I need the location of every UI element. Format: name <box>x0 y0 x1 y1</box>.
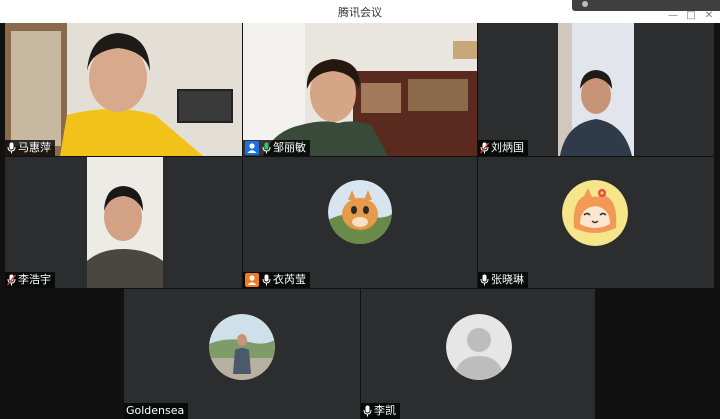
participant-name: Goldensea <box>126 404 185 417</box>
video-grid: 马惠萍 邹丽敏 刘炳国 李浩宇 衣芮莹 张晓琳 Goldensea 李凯 <box>0 23 720 419</box>
participant-video <box>5 23 242 156</box>
microphone-icon[interactable] <box>7 142 16 154</box>
participant-avatar <box>209 314 275 380</box>
participant-tile[interactable]: Goldensea <box>124 289 360 419</box>
participant-label: 李浩宇 <box>5 272 55 288</box>
notice-dot-icon <box>582 1 588 7</box>
user-badge-icon <box>245 273 259 287</box>
participant-avatar <box>562 180 628 246</box>
window-titlebar: 腾讯会议 — □ ✕ <box>0 0 720 24</box>
participant-video <box>478 23 714 156</box>
participant-label: 刘炳国 <box>478 140 528 156</box>
microphone-icon[interactable] <box>262 274 271 286</box>
participant-name: 邹丽敏 <box>273 141 306 154</box>
participant-tile[interactable]: 李浩宇 <box>5 157 242 288</box>
maximize-icon[interactable]: □ <box>684 9 698 23</box>
participant-tile[interactable]: 刘炳国 <box>478 23 714 156</box>
minimize-icon[interactable]: — <box>666 9 680 23</box>
participant-name: 马惠萍 <box>18 141 51 154</box>
participant-tile[interactable]: 张晓琳 <box>478 157 714 288</box>
participant-label: 邹丽敏 <box>243 140 310 156</box>
microphone-muted-icon[interactable] <box>480 142 489 154</box>
host-badge-icon <box>245 141 259 155</box>
participant-name: 衣芮莹 <box>273 273 306 286</box>
microphone-icon[interactable] <box>363 405 372 417</box>
participant-label: 张晓琳 <box>478 272 528 288</box>
participant-name: 刘炳国 <box>491 141 524 154</box>
participant-tile[interactable]: 马惠萍 <box>5 23 242 156</box>
participant-avatar <box>328 180 392 244</box>
participant-label: Goldensea <box>124 403 189 419</box>
participant-label: 衣芮莹 <box>243 272 310 288</box>
microphone-icon[interactable] <box>262 142 271 154</box>
participant-tile[interactable]: 李凯 <box>361 289 595 419</box>
participant-tile[interactable]: 邹丽敏 <box>243 23 477 156</box>
participant-tile[interactable]: 衣芮莹 <box>243 157 477 288</box>
participant-name: 李浩宇 <box>18 273 51 286</box>
participant-video <box>5 157 242 288</box>
microphone-muted-icon[interactable] <box>7 274 16 286</box>
participant-name: 张晓琳 <box>491 273 524 286</box>
participant-name: 李凯 <box>374 404 396 417</box>
participant-label: 马惠萍 <box>5 140 55 156</box>
close-icon[interactable]: ✕ <box>702 9 716 23</box>
participant-video <box>243 23 477 156</box>
default-avatar-icon <box>446 314 512 380</box>
participant-label: 李凯 <box>361 403 400 419</box>
microphone-icon[interactable] <box>480 274 489 286</box>
